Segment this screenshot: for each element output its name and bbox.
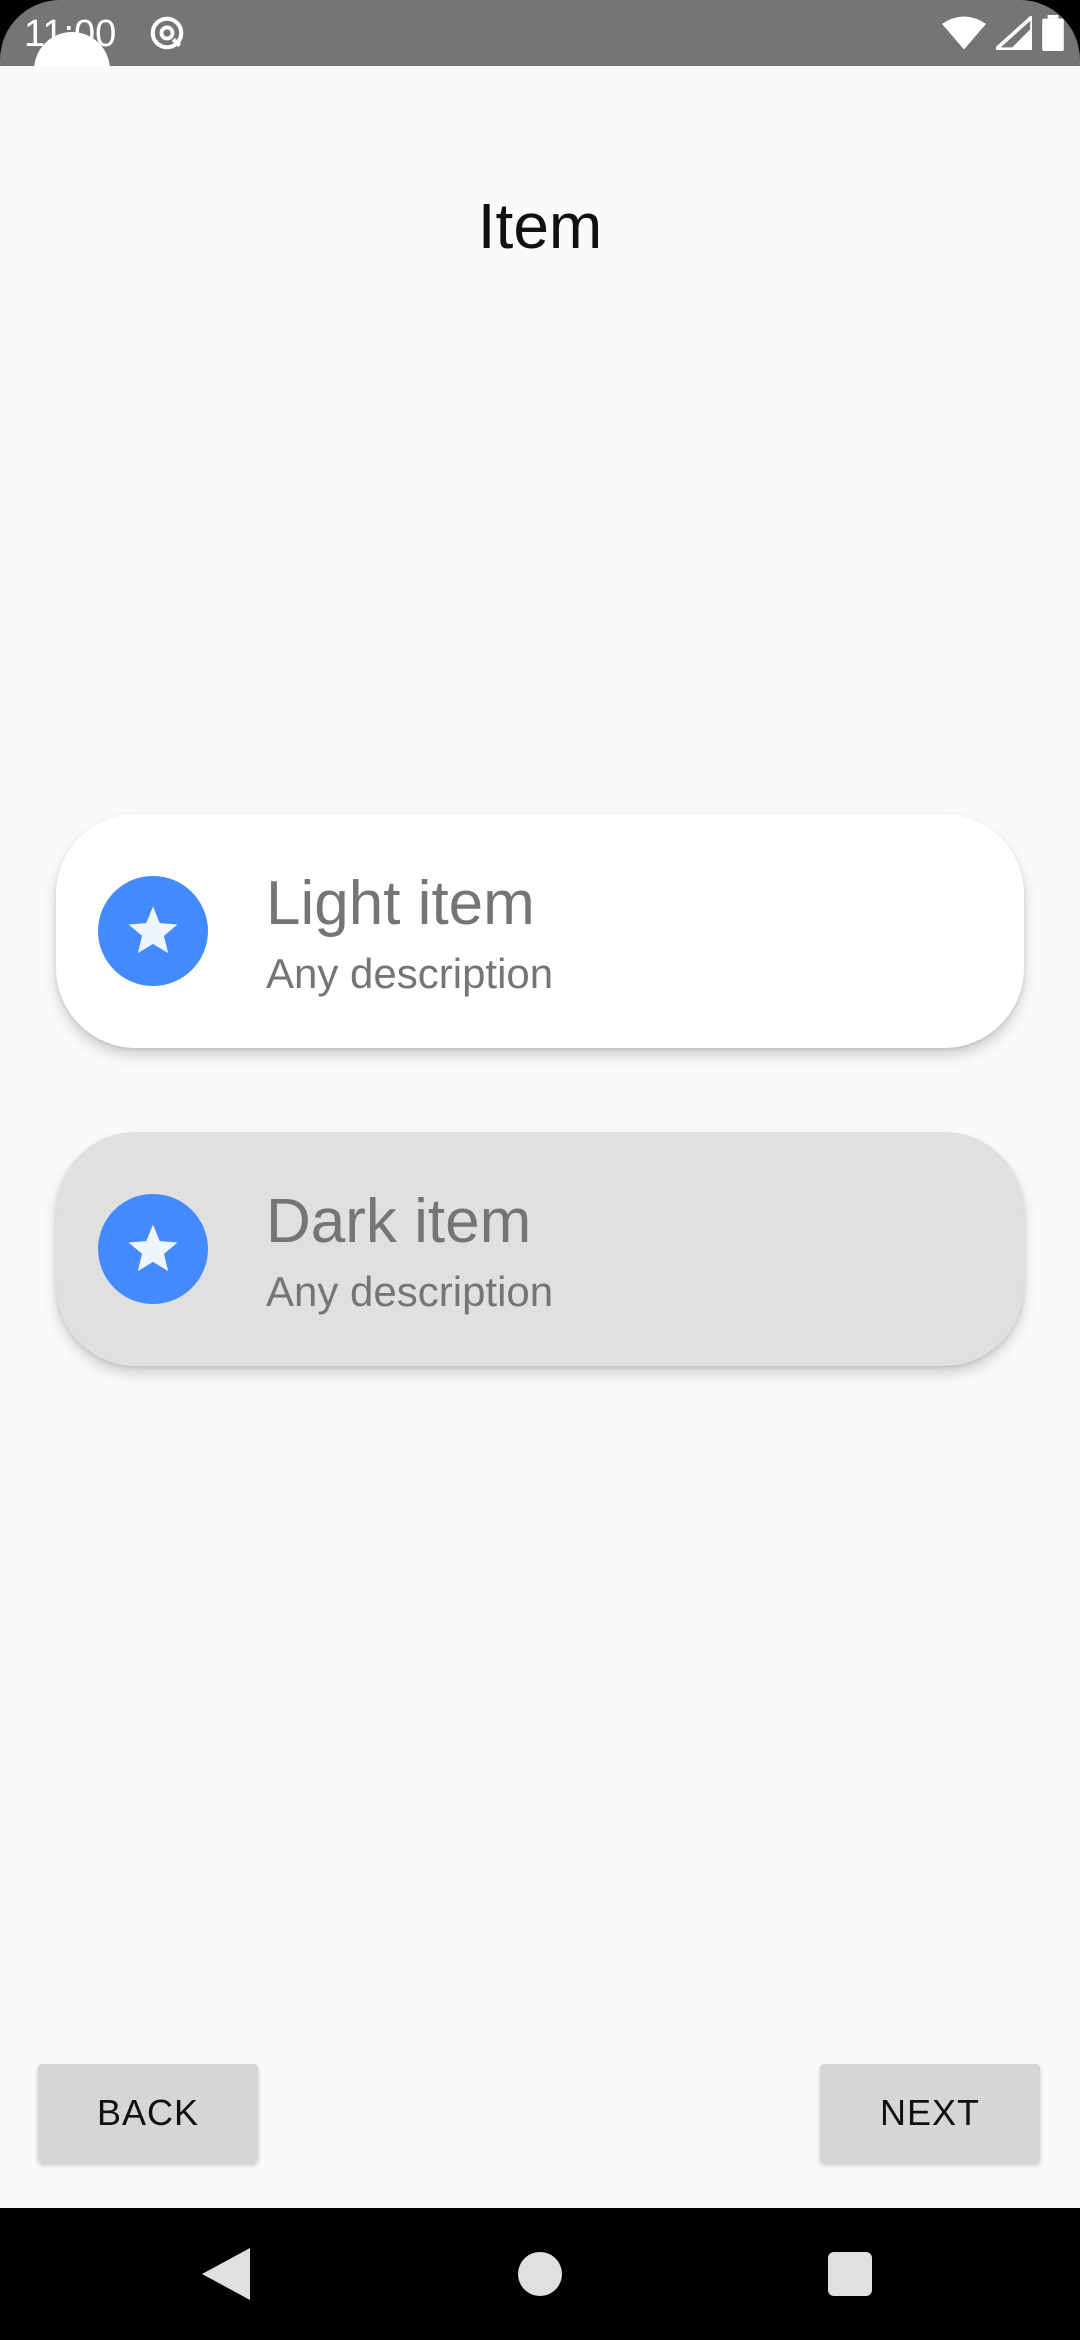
- next-button[interactable]: NEXT: [820, 2064, 1040, 2162]
- dark-item-card[interactable]: Dark item Any description: [56, 1132, 1024, 1366]
- item-title: Dark item: [266, 1187, 532, 1256]
- app-content: Item Light item Any description Dark ite…: [0, 66, 1080, 2208]
- at-sign-icon: [150, 16, 184, 50]
- star-icon: [98, 1194, 208, 1304]
- light-item-card[interactable]: Light item Any description: [56, 814, 1024, 1048]
- status-icons: [942, 14, 1064, 52]
- recents-square-icon[interactable]: [828, 2252, 872, 2296]
- status-bar: 11:00: [0, 0, 1080, 66]
- signal-icon: [996, 16, 1032, 50]
- page-title: Item: [477, 190, 603, 262]
- item-description: Any description: [266, 950, 554, 997]
- wifi-icon: [942, 16, 986, 50]
- back-button[interactable]: BACK: [38, 2064, 258, 2162]
- item-description: Any description: [266, 1268, 554, 1315]
- back-triangle-icon[interactable]: [202, 2248, 250, 2300]
- phone-screen: 11:00 Item: [0, 0, 1080, 2340]
- home-circle-icon[interactable]: [518, 2252, 562, 2296]
- navigation-bar: [0, 2208, 1080, 2340]
- battery-icon: [1042, 15, 1064, 51]
- star-icon: [98, 876, 208, 986]
- item-title: Light item: [266, 869, 535, 938]
